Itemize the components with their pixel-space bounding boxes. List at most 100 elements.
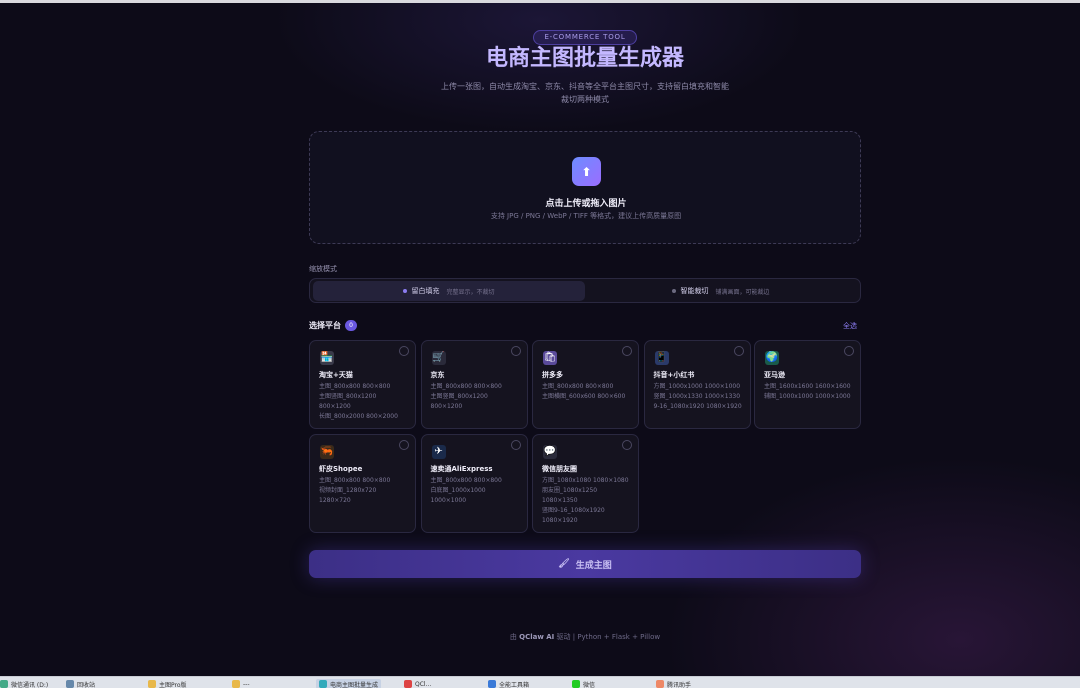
spec-line: 方图_1000x1000 1000×1000: [653, 383, 741, 390]
platform-checkbox[interactable]: [844, 346, 854, 356]
mode-option-crop[interactable]: 智能裁切 铺满画面，可能裁边: [585, 281, 857, 301]
app-icon: [148, 680, 156, 688]
footer-credit: 由 QClaw AI 驱动 | Python + Flask + Pillow: [509, 633, 661, 641]
spec-line: 9-16_1080x1920 1080×1920: [653, 403, 742, 410]
taskbar-label: 微信: [583, 681, 596, 688]
spec-line: 白底图_1000x1000: [430, 487, 486, 494]
spec-line: 主图_800x800 800×800: [319, 383, 391, 390]
platform-specs: 主图_800x800 800×800 主图横图_600x600 800×600: [542, 382, 634, 402]
selected-count-badge: 0: [345, 320, 357, 331]
platform-section-title: 选择平台: [309, 321, 341, 330]
platform-specs: 主图_800x800 800×800 视频封面_1280x720 1280×720: [319, 476, 411, 506]
spec-line: 主图竖图_800x1200: [430, 393, 488, 400]
platform-icon: ✈: [431, 445, 446, 459]
generate-button[interactable]: 🖌 生成主图: [309, 550, 861, 578]
taskbar-item[interactable]: 腾讯助手: [656, 679, 691, 688]
spec-line: 方图_1080x1080 1080×1080: [542, 477, 629, 484]
platform-icon: 💬: [543, 445, 557, 459]
spec-line: 主图_800x800 800×800: [542, 383, 614, 390]
taskbar-item[interactable]: 微信通讯 (D:): [0, 679, 48, 688]
upload-dropzone[interactable]: ⬆ 点击上传或拖入图片 支持 JPG / PNG / WebP / TIFF 等…: [309, 131, 861, 244]
taskbar-label: 腾讯助手: [667, 681, 692, 688]
mode-option-desc: 铺满画面，可能裁边: [715, 288, 770, 296]
platform-card[interactable]: 🛒 京东 主图_800x800 800×800 主图竖图_800x1200 800×12…: [420, 340, 528, 429]
platform-card[interactable]: 🛍 拼多多主图_800x800 800×800 主图横图_600x600 800×6…: [532, 340, 639, 429]
taskbar-item[interactable]: 微信: [572, 679, 595, 688]
taskbar-item[interactable]: ---: [232, 679, 250, 688]
platform-card[interactable]: 🦐 虾皮Shopee 主图_800x800 800×800 视频封面_1280x720…: [309, 434, 416, 533]
platform-name: 亚马逊: [764, 371, 785, 379]
category-badge: E-COMMERCE TOOL: [533, 30, 637, 45]
platform-card[interactable]: 📱 抖音+小红书方图_1000x1000 1000×1000 竖图_1000x133…: [643, 340, 751, 429]
platform-checkbox[interactable]: [510, 440, 521, 450]
app-icon: [319, 680, 327, 688]
upload-icon[interactable]: ⬆: [572, 157, 601, 186]
platform-checkbox[interactable]: [733, 346, 744, 356]
taskbar-item[interactable]: 电商主图批量生成: [316, 679, 382, 688]
mode-option-name: 智能裁切: [680, 287, 709, 295]
platform-checkbox[interactable]: [399, 440, 409, 450]
spec-line: 主图竖图_800x1200: [319, 393, 377, 400]
platform-icon: 🛍: [543, 351, 557, 365]
platform-specs: 主图_800x800 800×800 白底图_1000x1000 1000×1000: [431, 476, 523, 506]
generate-label: 生成主图: [575, 560, 612, 571]
platform-specs: 主图_800x800 800×800 主图竖图_800x1200 800×1200: [431, 382, 523, 412]
platform-icon: 🛒: [431, 351, 446, 365]
taskbar-label: 回收站: [77, 681, 96, 688]
platform-name: 京东: [430, 371, 445, 379]
spec-line: 视频封面_1280x720: [319, 487, 377, 494]
taskbar-item[interactable]: 全能工具箱: [488, 679, 529, 688]
platform-checkbox[interactable]: [510, 346, 521, 356]
spec-line: 主图_800x800 800×800: [430, 383, 502, 390]
mode-option-desc: 完整显示，不裁切: [446, 288, 495, 296]
platform-name: 速卖通AliExpress: [430, 465, 493, 473]
spec-line: 1080×1350: [542, 497, 578, 504]
spec-line: 1080×1920: [542, 517, 578, 524]
platform-checkbox[interactable]: [622, 440, 632, 450]
spec-line: 辅图_1000x1000 1000×1000: [764, 393, 851, 400]
taskbar-item[interactable]: 主图Pro版: [148, 679, 187, 688]
spec-line: 竖图_1000x1330 1000×1330: [653, 393, 741, 400]
mode-segmented-control: 留白填充 完整显示，不裁切 智能裁切 铺满画面，可能裁边: [309, 278, 861, 303]
platform-name: 拼多多: [542, 371, 563, 379]
upload-hint: 支持 JPG / PNG / WebP / TIFF 等格式，建议上传高质量原图: [490, 212, 682, 220]
spec-line: 长图_800x2000 800×2000: [319, 413, 398, 420]
page-subtitle: 上传一张图，自动生成淘宝、京东、抖音等全平台主图尺寸，支持留白填充和智能裁切两种…: [441, 82, 729, 104]
app-icon: [0, 680, 8, 688]
platform-specs: 方图_1000x1000 1000×1000 竖图_1000x1330 1000×…: [654, 382, 746, 412]
upload-title: 点击上传或拖入图片: [545, 199, 627, 209]
brush-icon: 🖌: [558, 559, 570, 569]
taskbar-item[interactable]: QCl...: [404, 679, 431, 688]
taskbar-label: 全能工具箱: [499, 681, 530, 688]
platform-card[interactable]: 🏪 淘宝+天猫 主图_800x800 800×800 主图竖图_800x1200 800…: [309, 340, 416, 429]
spec-line: 1280×720: [319, 497, 351, 504]
select-all-link[interactable]: 全选: [843, 321, 857, 331]
app-icon: [66, 680, 74, 688]
taskbar-label: 电商主图批量生成: [330, 681, 379, 688]
mode-label: 缩放模式: [309, 265, 337, 273]
platform-checkbox[interactable]: [399, 346, 409, 356]
radio-dot-icon: [672, 289, 677, 293]
spec-line: 主图_800x800 800×800: [319, 477, 391, 484]
mode-option-fill[interactable]: 留白填充 完整显示，不裁切: [313, 281, 585, 301]
spec-line: 800×1200: [319, 403, 351, 410]
footer-brand: QClaw AI: [519, 633, 555, 641]
page-title: 电商主图批量生成器: [485, 46, 684, 71]
platform-specs: 方图_1080x1080 1080×1080 朋友圈_1080x1250 1080×…: [542, 476, 634, 526]
app-icon: [488, 680, 496, 688]
platform-icon: 📱: [654, 351, 669, 365]
platform-specs: 主图_800x800 800×800 主图竖图_800x1200 800×1200 长…: [319, 382, 411, 422]
spec-line: 主图横图_600x600 800×600: [542, 393, 626, 400]
mode-option-name: 留白填充: [411, 287, 440, 295]
spec-line: 朋友圈_1080x1250: [542, 487, 598, 494]
platform-name: 虾皮Shopee: [319, 465, 363, 473]
app-icon: [232, 680, 240, 688]
platform-card[interactable]: ✈ 速卖通AliExpress 主图_800x800 800×800 白底图_1000…: [420, 434, 528, 533]
taskbar-item[interactable]: 回收站: [66, 679, 95, 688]
platform-card[interactable]: 💬 微信朋友圈 方图_1080x1080 1080×1080 朋友圈_1080x125…: [532, 434, 639, 533]
platform-icon: 🦐: [320, 445, 334, 459]
platform-card[interactable]: 🌍 亚马逊 主图_1600x1600 1600×1600 辅图_1000x1000 1…: [754, 340, 861, 429]
platform-name: 抖音+小红书: [653, 371, 695, 379]
taskbar-label: 微信通讯 (D:): [11, 681, 49, 688]
platform-checkbox[interactable]: [622, 346, 632, 356]
